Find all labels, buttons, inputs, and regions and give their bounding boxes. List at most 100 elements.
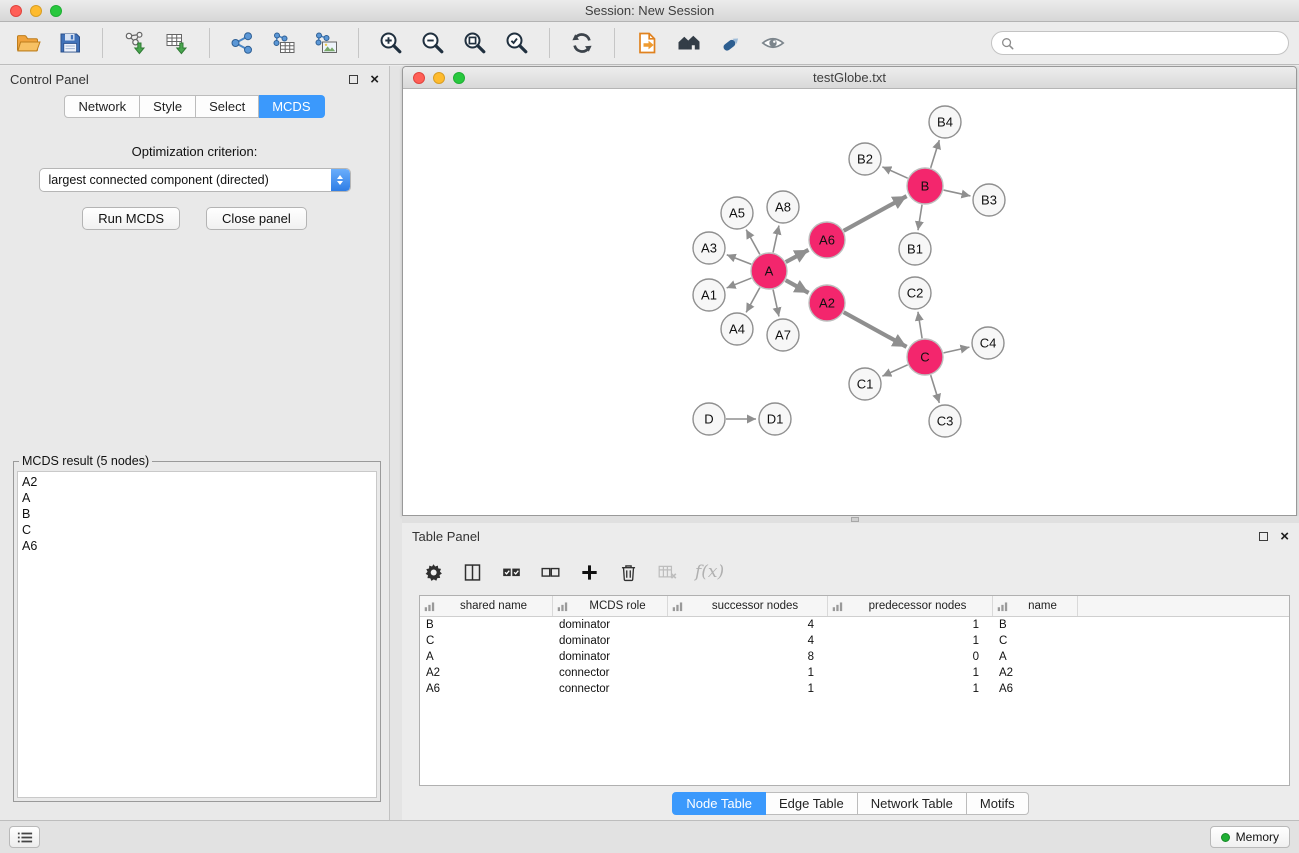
float-table-panel-icon[interactable] xyxy=(1259,532,1268,541)
tab-network-table[interactable]: Network Table xyxy=(858,792,967,815)
node-B4[interactable]: B4 xyxy=(929,106,961,138)
node-C1[interactable]: C1 xyxy=(849,368,881,400)
tab-style[interactable]: Style xyxy=(140,95,196,118)
node-A2[interactable]: A2 xyxy=(809,285,845,321)
edge-A-A7[interactable] xyxy=(773,290,779,317)
mcds-result-item[interactable]: B xyxy=(22,506,372,522)
export-network-image-button[interactable] xyxy=(308,26,344,60)
zoom-out-button[interactable] xyxy=(415,26,451,60)
mcds-result-item[interactable]: A2 xyxy=(22,474,372,490)
zoom-network-window-button[interactable] xyxy=(453,72,465,84)
import-network-file-button[interactable] xyxy=(117,26,153,60)
edge-C-C1[interactable] xyxy=(882,365,907,376)
mcds-result-list[interactable]: A2ABCA6 xyxy=(17,471,377,798)
edge-B-B4[interactable] xyxy=(931,140,940,168)
float-panel-icon[interactable] xyxy=(349,75,358,84)
tab-edge-table[interactable]: Edge Table xyxy=(766,792,858,815)
node-A1[interactable]: A1 xyxy=(693,279,725,311)
show-panel-menu-button[interactable] xyxy=(9,826,40,848)
close-panel-icon[interactable]: × xyxy=(370,72,379,87)
table-settings-button[interactable] xyxy=(420,559,446,585)
annotation-marker-button[interactable] xyxy=(713,26,749,60)
table-row[interactable]: A6connector11A6 xyxy=(420,681,1289,697)
edge-A-A4[interactable] xyxy=(746,288,760,313)
node-A6[interactable]: A6 xyxy=(809,222,845,258)
delete-column-button[interactable] xyxy=(615,559,641,585)
close-network-window-button[interactable] xyxy=(413,72,425,84)
refresh-network-button[interactable] xyxy=(564,26,600,60)
run-mcds-button[interactable]: Run MCDS xyxy=(82,207,180,230)
edge-A-A3[interactable] xyxy=(727,255,752,264)
tab-node-table[interactable]: Node Table xyxy=(672,792,766,815)
node-C4[interactable]: C4 xyxy=(972,327,1004,359)
new-network-table-button[interactable] xyxy=(266,26,302,60)
column-header-mcds-role[interactable]: MCDS role xyxy=(553,596,668,616)
node-A5[interactable]: A5 xyxy=(721,197,753,229)
zoom-fit-button[interactable] xyxy=(457,26,493,60)
node-B2[interactable]: B2 xyxy=(849,143,881,175)
open-session-button[interactable] xyxy=(10,26,46,60)
edge-A-A2[interactable] xyxy=(786,280,809,293)
memory-button[interactable]: Memory xyxy=(1210,826,1290,848)
table-row[interactable]: A2connector11A2 xyxy=(420,665,1289,681)
minimize-network-window-button[interactable] xyxy=(433,72,445,84)
node-B3[interactable]: B3 xyxy=(973,184,1005,216)
column-chooser-button[interactable] xyxy=(459,559,485,585)
node-A8[interactable]: A8 xyxy=(767,191,799,223)
column-header-predecessor-nodes[interactable]: predecessor nodes xyxy=(828,596,993,616)
node-B[interactable]: B xyxy=(907,168,943,204)
deselect-all-button[interactable] xyxy=(537,559,563,585)
close-table-panel-icon[interactable]: × xyxy=(1280,529,1289,544)
mcds-result-item[interactable]: A6 xyxy=(22,538,372,554)
network-graph[interactable]: AA6A2BCA5A8A3A1A4A7B2B4B3B1C2C4C1C3DD1 xyxy=(403,89,1296,515)
edge-C-C2[interactable] xyxy=(918,312,922,338)
edge-A-A8[interactable] xyxy=(773,226,779,253)
node-A3[interactable]: A3 xyxy=(693,232,725,264)
table-row[interactable]: Adominator80A xyxy=(420,649,1289,665)
splitter-grip[interactable] xyxy=(851,517,859,522)
column-header-name[interactable]: name xyxy=(993,596,1078,616)
new-network-button[interactable] xyxy=(224,26,260,60)
node-D[interactable]: D xyxy=(693,403,725,435)
show-graphics-details-button[interactable] xyxy=(755,26,791,60)
minimize-window-button[interactable] xyxy=(30,5,42,17)
tab-select[interactable]: Select xyxy=(196,95,259,118)
home-button[interactable] xyxy=(671,26,707,60)
edge-A2-C[interactable] xyxy=(844,312,907,347)
edge-B-B2[interactable] xyxy=(882,167,907,178)
close-panel-button[interactable]: Close panel xyxy=(206,207,307,230)
tab-mcds[interactable]: MCDS xyxy=(259,95,324,118)
edge-B-B1[interactable] xyxy=(918,205,922,230)
edge-A-A1[interactable] xyxy=(727,278,752,288)
search-field[interactable] xyxy=(991,31,1289,55)
network-canvas[interactable]: AA6A2BCA5A8A3A1A4A7B2B4B3B1C2C4C1C3DD1 xyxy=(403,89,1296,515)
import-table-file-button[interactable] xyxy=(159,26,195,60)
search-input[interactable] xyxy=(1019,36,1279,50)
node-A4[interactable]: A4 xyxy=(721,313,753,345)
horizontal-splitter[interactable] xyxy=(402,516,1299,523)
node-A[interactable]: A xyxy=(751,253,787,289)
column-header-successor-nodes[interactable]: successor nodes xyxy=(668,596,828,616)
tab-network[interactable]: Network xyxy=(64,95,140,118)
node-D1[interactable]: D1 xyxy=(759,403,791,435)
edge-A6-B[interactable] xyxy=(844,196,907,231)
node-C2[interactable]: C2 xyxy=(899,277,931,309)
node-C3[interactable]: C3 xyxy=(929,405,961,437)
vertical-splitter[interactable] xyxy=(390,66,402,820)
close-window-button[interactable] xyxy=(10,5,22,17)
select-all-button[interactable] xyxy=(498,559,524,585)
open-document-button[interactable] xyxy=(629,26,665,60)
edge-B-B3[interactable] xyxy=(944,190,971,196)
table-row[interactable]: Cdominator41C xyxy=(420,633,1289,649)
delete-table-button[interactable] xyxy=(654,559,680,585)
edge-A-A5[interactable] xyxy=(746,230,760,255)
edge-A-A6[interactable] xyxy=(786,250,809,262)
tab-motifs[interactable]: Motifs xyxy=(967,792,1029,815)
zoom-selected-button[interactable] xyxy=(499,26,535,60)
mcds-result-item[interactable]: A xyxy=(22,490,372,506)
zoom-in-button[interactable] xyxy=(373,26,409,60)
edge-C-C3[interactable] xyxy=(931,375,940,403)
edge-C-C4[interactable] xyxy=(944,347,970,353)
criterion-dropdown[interactable]: largest connected component (directed) xyxy=(39,168,351,192)
mcds-result-item[interactable]: C xyxy=(22,522,372,538)
